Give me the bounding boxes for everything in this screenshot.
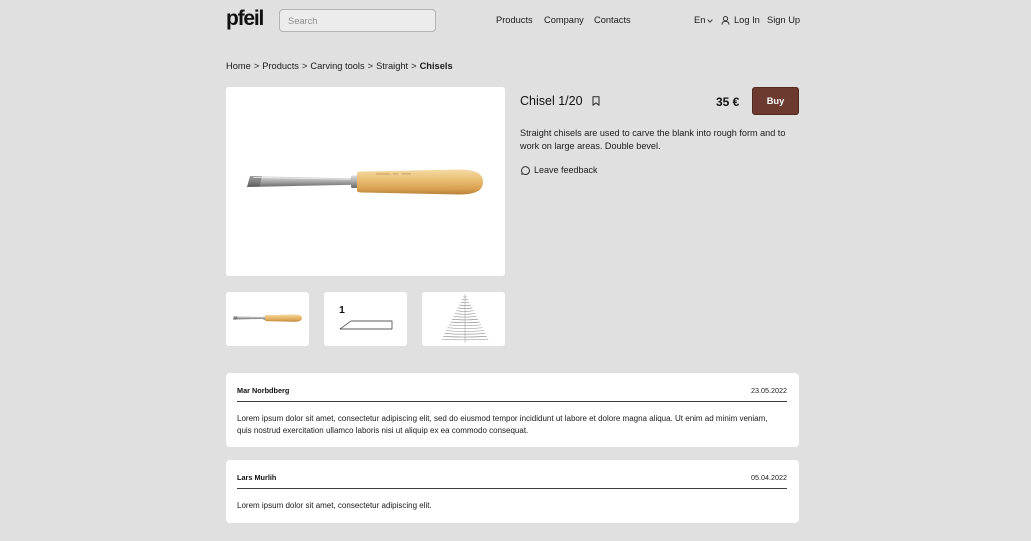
site-logo[interactable]: pfeil	[226, 8, 264, 29]
chisel-thumbnail-image	[233, 314, 302, 322]
signup-link[interactable]: Sign Up	[767, 15, 800, 26]
breadcrumb-item-current: Chisels	[419, 61, 453, 71]
reviews-list: Mar Norbdberg 23.05.2022 Lorem ipsum dol…	[226, 373, 799, 523]
thumbnail-sweep-chart[interactable]	[422, 292, 505, 346]
search-input[interactable]	[279, 9, 436, 32]
breadcrumb-separator: >	[367, 61, 374, 71]
breadcrumb: Home > Products > Carving tools > Straig…	[226, 61, 453, 72]
blade-profile-drawing	[339, 320, 393, 330]
product-description: Straight chisels are used to carve the b…	[520, 128, 786, 151]
chisel-illustration	[247, 169, 483, 195]
review-author: Lars Murlih	[237, 473, 277, 482]
thumbnail-photo[interactable]	[226, 292, 309, 346]
site-header: pfeil Products Company Contacts En Log I…	[0, 0, 1031, 42]
breadcrumb-separator: >	[411, 61, 417, 71]
chevron-down-icon	[707, 19, 714, 23]
review-text: Lorem ipsum dolor sit amet, consectetur …	[237, 414, 768, 435]
review-header: Mar Norbdberg 23.05.2022	[237, 386, 787, 402]
product-main-image	[226, 87, 505, 276]
product-section: 1 Chisel 1/20 35 € Buy Straight chisels …	[226, 87, 799, 346]
nav-products[interactable]: Products	[496, 15, 533, 26]
leave-feedback-link[interactable]: Leave feedback	[521, 165, 598, 176]
sweep-chart-drawing	[441, 294, 489, 343]
buy-button[interactable]: Buy	[752, 87, 799, 115]
user-icon	[721, 16, 730, 25]
review-date: 23.05.2022	[751, 386, 787, 395]
thumbnail-profile[interactable]: 1	[324, 292, 407, 346]
profile-size-label: 1	[339, 304, 345, 316]
review-card: Mar Norbdberg 23.05.2022 Lorem ipsum dol…	[226, 373, 799, 447]
breadcrumb-separator: >	[301, 61, 308, 71]
login-link[interactable]: Log In	[721, 15, 760, 26]
breadcrumb-item-products[interactable]: Products	[262, 61, 299, 72]
nav-contacts[interactable]: Contacts	[594, 15, 631, 26]
breadcrumb-item-carving-tools[interactable]: Carving tools	[310, 61, 364, 72]
product-price: 35 €	[716, 95, 740, 109]
language-selector[interactable]: En	[694, 15, 714, 26]
login-label: Log In	[734, 15, 760, 25]
leave-feedback-label: Leave feedback	[534, 165, 598, 175]
chisel-image	[247, 169, 483, 195]
breadcrumb-item-straight[interactable]: Straight	[376, 61, 408, 72]
review-author: Mar Norbdberg	[237, 386, 290, 395]
breadcrumb-separator: >	[253, 61, 260, 71]
bookmark-button[interactable]	[592, 96, 600, 106]
review-header: Lars Murlih 05.04.2022	[237, 473, 787, 489]
nav-company[interactable]: Company	[544, 15, 584, 26]
product-title: Chisel 1/20	[520, 94, 583, 108]
review-text: Lorem ipsum dolor sit amet, consectetur …	[237, 501, 432, 510]
breadcrumb-item-home[interactable]: Home	[226, 61, 251, 72]
review-date: 05.04.2022	[751, 473, 787, 482]
language-label: En	[694, 15, 706, 25]
chat-bubble-icon	[521, 166, 530, 175]
review-card: Lars Murlih 05.04.2022 Lorem ipsum dolor…	[226, 460, 799, 523]
bookmark-icon	[592, 96, 600, 106]
